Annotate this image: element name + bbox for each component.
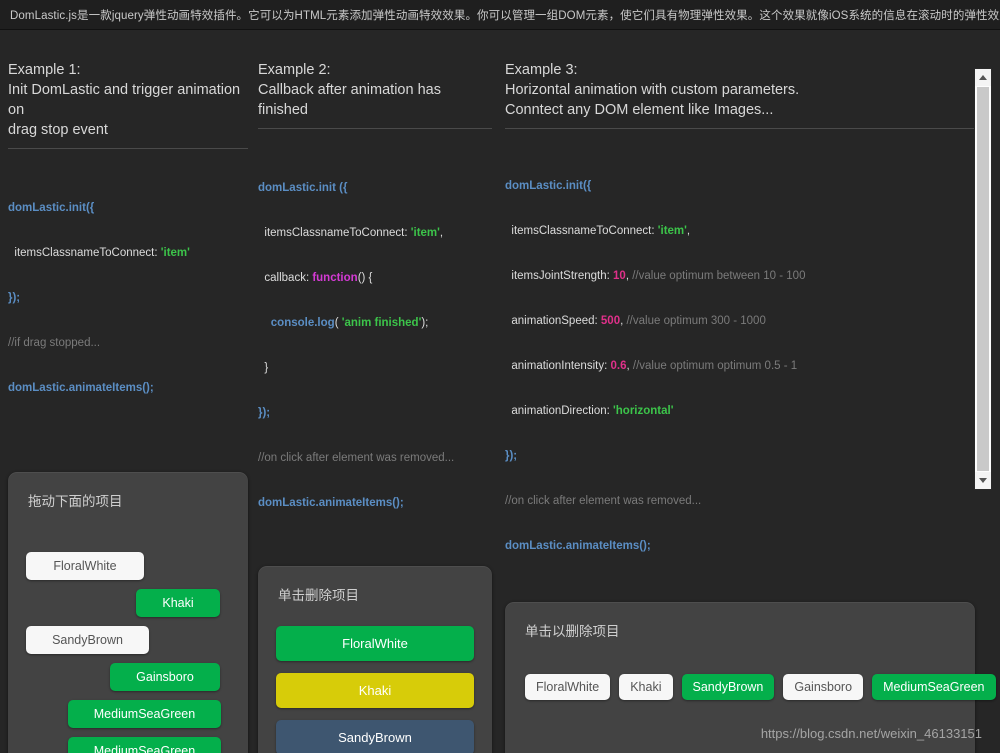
code-line: animationDirection: [505, 405, 614, 417]
scrollbar-thumb[interactable] [977, 87, 989, 471]
vertical-scrollbar[interactable] [974, 68, 992, 490]
example-3-column: Example 3: Horizontal animation with cus… [505, 60, 996, 753]
code-comment: //on click after element was removed... [258, 452, 455, 464]
code-line: } [258, 362, 269, 374]
example-3-code-block: domLastic.init({ itemsClassnameToConnect… [505, 149, 975, 584]
code-punct: , [439, 227, 444, 239]
drag-items-panel: 拖动下面的项目 FloralWhite Khaki SandyBrown Gainsb… [8, 472, 248, 753]
description-text: DomLastic.js是一款jquery弹性动画特效插件。它可以为HTML元素… [10, 9, 1000, 22]
code-string: 'item' [410, 227, 440, 239]
horizontal-item[interactable]: FloralWhite [525, 674, 611, 700]
code-line: itemsJointStrength: [505, 270, 614, 282]
code-line: animationIntensity: [505, 360, 611, 372]
removable-item-list: FloralWhiteKhakiSandyBrownGainsboroMediu… [258, 626, 492, 753]
code-keyword: function [312, 272, 358, 284]
code-string: 'item' [657, 225, 687, 237]
code-line: }); [505, 450, 518, 462]
example-1-title-line2: Init DomLastic and trigger animation on [8, 82, 241, 118]
code-punct: ); [421, 317, 429, 329]
example-3-title-line3: Conntect any DOM element like Images... [505, 102, 774, 118]
draggable-item-list: FloralWhite Khaki SandyBrown Gainsboro Mediu… [8, 532, 248, 753]
horizontal-item[interactable]: SandyBrown [681, 674, 775, 700]
code-line: }); [8, 292, 21, 304]
code-string: 'item' [160, 247, 190, 259]
example-3-title-line1: Example 3: [505, 62, 578, 78]
draggable-item[interactable]: MediumSeaGreen [68, 700, 221, 728]
code-string: 'horizontal' [613, 405, 674, 417]
description-banner: DomLastic.js是一款jquery弹性动画特效插件。它可以为HTML元素… [0, 0, 1000, 30]
code-line: }); [258, 407, 271, 419]
example-1-title-line1: Example 1: [8, 62, 81, 78]
draggable-item[interactable]: MediumSeaGreen [68, 737, 221, 753]
code-comment: //on click after element was removed... [505, 495, 702, 507]
code-punct: , [686, 225, 691, 237]
code-punct: () { [357, 272, 373, 284]
code-comment: //if drag stopped... [8, 337, 101, 349]
example-1-column: Example 1: Init DomLastic and trigger an… [8, 60, 248, 753]
draggable-item[interactable]: SandyBrown [26, 626, 149, 654]
code-line: domLastic.init ({ [258, 182, 348, 194]
example-1-title-line3: drag stop event [8, 122, 108, 138]
click-remove-items-panel-title: 单击删除项目 [278, 588, 359, 603]
code-line: domLastic.init({ [8, 202, 95, 214]
example-2-column: Example 2: Callback after animation has … [258, 60, 492, 753]
example-2-divider [258, 128, 492, 129]
code-punct: ( [334, 317, 342, 329]
code-line: domLastic.init({ [505, 180, 592, 192]
example-2-code-block: domLastic.init ({ itemsClassnameToConnec… [258, 151, 492, 541]
code-line: itemsClassnameToConnect: [258, 227, 411, 239]
example-3-heading: Example 3: Horizontal animation with cus… [505, 60, 975, 120]
example-1-heading: Example 1: Init DomLastic and trigger an… [8, 60, 248, 140]
scroll-down-button[interactable] [975, 472, 991, 489]
code-line: itemsClassnameToConnect: [505, 225, 658, 237]
scroll-up-button[interactable] [975, 69, 991, 86]
code-number: 10 [613, 270, 626, 282]
code-number: 0.6 [610, 360, 627, 372]
horizontal-item[interactable]: Khaki [619, 674, 673, 700]
example-2-title-line1: Example 2: [258, 62, 331, 78]
horizontal-item[interactable]: Gainsboro [783, 674, 864, 700]
draggable-item[interactable]: FloralWhite [26, 552, 144, 580]
removable-item[interactable]: FloralWhite [276, 626, 474, 661]
code-comment: //value optimum optimum 0.5 - 1 [629, 360, 798, 372]
code-line: callback: [258, 272, 313, 284]
page-root: DomLastic.js是一款jquery弹性动画特效插件。它可以为HTML元素… [0, 0, 1000, 753]
draggable-item[interactable]: Gainsboro [110, 663, 220, 691]
click-remove-items-panel: 单击删除项目 FloralWhiteKhakiSandyBrownGainsbo… [258, 566, 492, 753]
removable-item[interactable]: Khaki [276, 673, 474, 708]
drag-items-panel-title: 拖动下面的项目 [28, 494, 123, 509]
scrollbar-track[interactable] [975, 86, 991, 472]
code-line: itemsClassnameToConnect: [8, 247, 161, 259]
code-line: console.log [258, 317, 335, 329]
example-1-code-block: domLastic.init({ itemsClassnameToConnect… [8, 171, 248, 426]
code-line: domLastic.animateItems(); [8, 382, 154, 394]
horizontal-items-panel-title: 单击以删除项目 [525, 624, 620, 639]
example-3-title-line2: Horizontal animation with custom paramet… [505, 82, 800, 98]
code-comment: //value optimum between 10 - 100 [629, 270, 806, 282]
example-2-heading: Example 2: Callback after animation has … [258, 60, 492, 120]
scroll-down-arrow-icon [979, 478, 987, 483]
scroll-up-arrow-icon [979, 75, 987, 80]
horizontal-item-list: FloralWhite Khaki SandyBrown Gainsboro Mediu… [505, 674, 996, 700]
example-3-divider [505, 128, 975, 129]
code-line: animationSpeed: [505, 315, 601, 327]
code-line: domLastic.animateItems(); [505, 540, 651, 552]
example-2-title-line2: Callback after animation has finished [258, 82, 441, 118]
removable-item[interactable]: SandyBrown [276, 720, 474, 753]
code-line: domLastic.animateItems(); [258, 497, 404, 509]
code-string: 'anim finished' [341, 317, 422, 329]
code-number: 500 [600, 315, 621, 327]
draggable-item[interactable]: Khaki [136, 589, 220, 617]
example-1-divider [8, 148, 248, 149]
watermark-url: https://blog.csdn.net/weixin_46133151 [760, 726, 982, 741]
code-comment: //value optimum 300 - 1000 [623, 315, 766, 327]
horizontal-item[interactable]: MediumSeaGreen [872, 674, 996, 700]
